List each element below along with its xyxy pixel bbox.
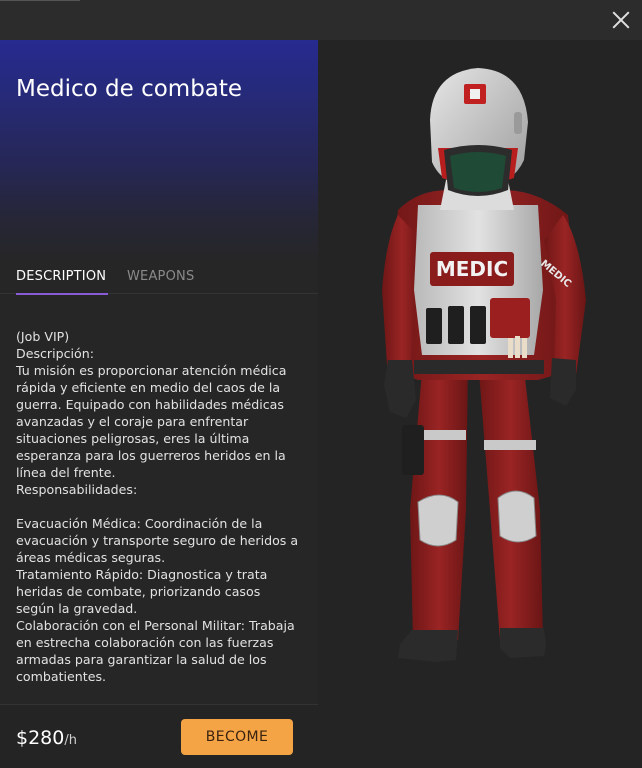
character-model[interactable]: MEDIC MEDIC [318, 40, 642, 768]
pouch-1 [426, 308, 442, 344]
price-unit: /h [64, 733, 77, 748]
left-knee-pad [417, 494, 459, 547]
pouch-3 [470, 306, 486, 344]
job-hero-banner: Medico de combate [0, 40, 318, 265]
right-leg-stripe [484, 440, 536, 450]
helmet-badge-cross [470, 89, 480, 99]
job-tabs: DESCRIPTION WEAPONS [0, 265, 318, 295]
job-details-panel: Medico de combate DESCRIPTION WEAPONS (J… [0, 40, 318, 768]
job-price: $280/h [16, 727, 77, 749]
syringe-2 [515, 336, 520, 358]
left-boot [398, 630, 458, 662]
right-glove [550, 358, 576, 406]
top-bar [0, 0, 642, 40]
holster [402, 425, 424, 475]
job-title: Medico de combate [16, 76, 243, 102]
job-footer: $280/h BECOME [0, 704, 318, 768]
right-boot [500, 628, 546, 658]
syringe-1 [508, 338, 513, 358]
price-value: $280 [16, 727, 65, 749]
helmet-light [514, 112, 522, 134]
character-preview-panel: MEDIC MEDIC [318, 40, 642, 768]
close-icon[interactable] [608, 7, 634, 33]
belt [414, 360, 544, 374]
visor [450, 152, 506, 192]
pouch-2 [448, 306, 464, 344]
top-tab-indicator [0, 0, 80, 1]
right-knee-pad [497, 490, 537, 543]
tab-weapons[interactable]: WEAPONS [127, 269, 194, 284]
become-button[interactable]: BECOME [181, 719, 293, 755]
job-description: (Job VIP) Descripción: Tu misión es prop… [16, 329, 299, 684]
vest-label: MEDIC [436, 257, 508, 281]
tab-description[interactable]: DESCRIPTION [16, 269, 109, 295]
left-glove [384, 360, 416, 418]
syringe-3 [522, 338, 527, 358]
medical-pouch [490, 298, 530, 338]
